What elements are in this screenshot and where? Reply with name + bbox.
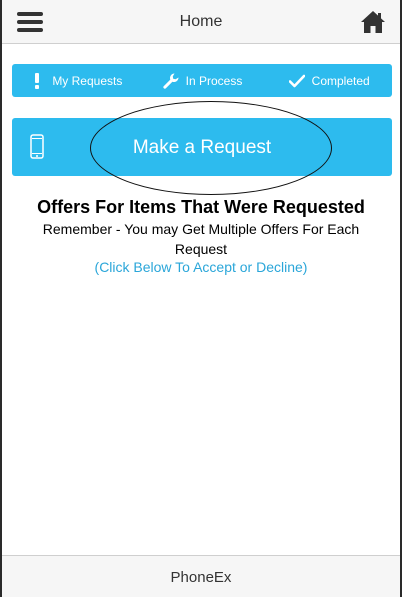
- make-request-label: Make a Request: [132, 137, 272, 158]
- top-header: Home: [2, 0, 400, 44]
- bottom-footer: PhoneEx: [2, 555, 400, 597]
- tab-my-requests[interactable]: My Requests: [12, 64, 139, 97]
- home-icon[interactable]: [360, 10, 386, 34]
- tab-completed[interactable]: Completed: [265, 64, 392, 97]
- accept-decline-link[interactable]: (Click Below To Accept or Decline): [2, 259, 400, 275]
- offers-heading: Offers For Items That Were Requested: [37, 197, 365, 217]
- make-request-button[interactable]: Make a Request: [12, 118, 392, 176]
- tab-my-requests-label: My Requests: [52, 73, 123, 88]
- tab-in-process[interactable]: In Process: [139, 64, 266, 97]
- app-frame: Home My Requests In Process Completed Ma…: [0, 0, 402, 597]
- checkmark-icon: [288, 72, 306, 90]
- tab-completed-label: Completed: [311, 73, 370, 88]
- tab-in-process-label: In Process: [185, 73, 243, 88]
- exclamation-icon: [28, 72, 46, 90]
- page-title: Home: [179, 13, 223, 30]
- wrench-icon: [162, 72, 180, 90]
- offers-subtitle: Remember - You may Get Multiple Offers F…: [42, 221, 360, 257]
- footer-title: PhoneEx: [170, 569, 232, 586]
- status-tab-bar: My Requests In Process Completed: [12, 64, 392, 97]
